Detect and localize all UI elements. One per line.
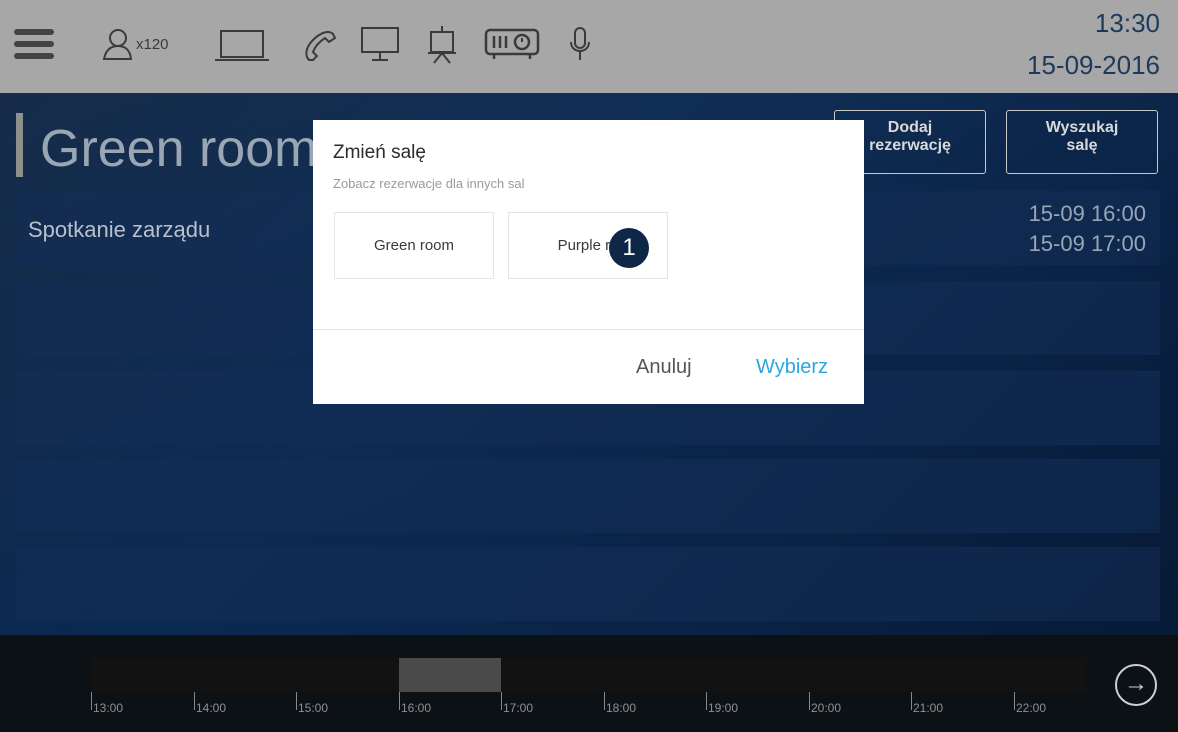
timeline-tick-label: 13:00 — [93, 701, 124, 715]
monitor-icon — [361, 27, 399, 61]
top-bar: x120 13:30 15-09-2016 — [0, 0, 1178, 93]
next-arrow-icon[interactable]: → — [1115, 664, 1157, 706]
timeline-tick — [809, 692, 810, 710]
timeline-tick-label: 21:00 — [913, 701, 944, 715]
timeline-tick-label: 20:00 — [811, 701, 842, 715]
laptop-icon — [215, 30, 269, 61]
timeline-tick — [911, 692, 912, 710]
meeting-start: 15-09 16:00 — [1028, 201, 1146, 226]
timeline-tick-label: 15:00 — [298, 701, 329, 715]
timeline-tick — [399, 692, 400, 710]
dialog-divider — [313, 329, 864, 330]
search-room-label: Wyszukaj salę — [1045, 119, 1119, 154]
empty-row — [16, 547, 1160, 621]
phone-icon — [305, 31, 337, 61]
dialog-title: Zmień salę — [333, 142, 426, 163]
timeline-tick-label: 18:00 — [606, 701, 637, 715]
timeline: 13:00 14:00 15:00 16:00 17:00 18:00 19:00 20:00… — [0, 635, 1178, 732]
room-title[interactable]: Green room — [40, 119, 317, 179]
empty-row — [16, 459, 1160, 533]
timeline-tick — [501, 692, 502, 710]
timeline-tick-label: 14:00 — [196, 701, 227, 715]
timeline-track[interactable] — [91, 658, 1086, 692]
timeline-tick-label: 16:00 — [401, 701, 432, 715]
timeline-tick — [604, 692, 605, 710]
search-room-button[interactable]: Wyszukaj salę — [1006, 110, 1158, 174]
current-time: 13:30 — [1094, 8, 1160, 38]
cancel-button[interactable]: Anuluj — [636, 356, 692, 379]
select-button[interactable]: Wybierz — [756, 356, 828, 379]
current-date: 15-09-2016 — [1027, 50, 1160, 80]
timeline-tick-label: 22:00 — [1016, 701, 1047, 715]
flipchart-icon — [428, 26, 456, 64]
timeline-tick — [1014, 692, 1015, 710]
projector-icon — [484, 28, 540, 59]
meeting-title: Spotkanie zarządu — [28, 217, 211, 242]
step-badge: 1 — [609, 228, 649, 268]
booked-slot[interactable] — [399, 658, 501, 692]
capacity-count: x120 — [136, 35, 169, 53]
room-option-green[interactable]: Green room — [334, 212, 494, 279]
timeline-tick — [706, 692, 707, 710]
change-room-dialog: Zmień salę Zobacz rezerwacje dla innych … — [313, 120, 864, 404]
dialog-subtitle: Zobacz rezerwacje dla innych sal — [333, 176, 525, 191]
microphone-icon — [570, 27, 590, 60]
menu-icon[interactable] — [14, 29, 54, 61]
timeline-tick — [194, 692, 195, 710]
add-reservation-label: Dodaj rezerwację — [869, 119, 951, 154]
timeline-tick — [296, 692, 297, 710]
capacity-indicator: x120 — [102, 26, 169, 62]
timeline-tick-label: 19:00 — [708, 701, 739, 715]
timeline-tick-label: 17:00 — [503, 701, 534, 715]
meeting-end: 15-09 17:00 — [1028, 231, 1146, 256]
timeline-tick — [91, 692, 92, 710]
person-icon — [102, 29, 132, 60]
title-accent-bar — [16, 113, 23, 177]
